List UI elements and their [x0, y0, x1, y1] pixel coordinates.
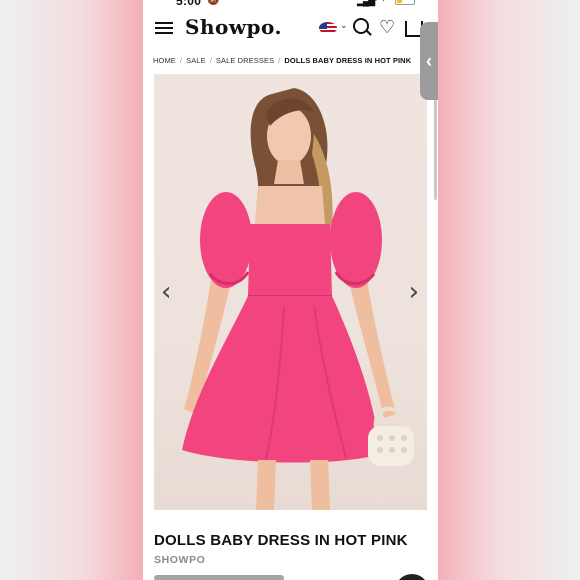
breadcrumb-separator: /: [209, 56, 212, 65]
product-title: DOLLS BABY DRESS IN HOT PINK: [154, 532, 408, 549]
floating-action-button[interactable]: [395, 574, 429, 580]
breadcrumb-sale-dresses[interactable]: SALE DRESSES: [216, 56, 274, 65]
breadcrumb-home[interactable]: HOME: [153, 56, 176, 65]
battery-low-icon: [395, 0, 415, 5]
model-photo: [182, 88, 414, 510]
chevron-left-icon: ‹: [426, 51, 432, 71]
site-header: Showpo. ⌄ ♡: [143, 12, 438, 40]
product-brand[interactable]: SHOWPO: [154, 554, 205, 566]
search-icon[interactable]: [353, 18, 369, 34]
site-logo[interactable]: Showpo.: [185, 15, 282, 39]
status-bar: 5:00 🔕 ▂▄▆ ◠: [143, 0, 438, 10]
background-blur-left: [0, 0, 150, 580]
phone-screen: 5:00 🔕 ▂▄▆ ◠ Showpo. ⌄ ♡ HOME / SALE / SALE …: [143, 0, 438, 580]
signal-icon: ▂▄▆: [357, 0, 375, 6]
wifi-icon: ◠: [375, 0, 385, 7]
us-flag-icon[interactable]: [319, 22, 337, 34]
chevron-down-icon[interactable]: ⌄: [340, 20, 348, 31]
breadcrumb-separator: /: [278, 56, 281, 65]
chevron-left-icon[interactable]: ‹: [161, 277, 171, 307]
product-image[interactable]: ‹ ›: [154, 74, 427, 510]
hamburger-menu-icon[interactable]: [155, 22, 173, 34]
breadcrumb-current: DOLLS BABY DRESS IN HOT PINK: [284, 56, 412, 65]
price-partially-visible: [154, 575, 284, 580]
breadcrumb: HOME / SALE / SALE DRESSES / DOLLS BABY DRESS …: [153, 56, 411, 65]
bell-slash-icon: 🔕: [207, 0, 220, 6]
background-blur-right: [430, 0, 580, 580]
heart-icon[interactable]: ♡: [379, 17, 395, 38]
breadcrumb-separator: /: [179, 56, 183, 65]
status-time: 5:00: [176, 0, 202, 8]
side-panel-tab[interactable]: ‹: [420, 22, 438, 100]
breadcrumb-sale[interactable]: SALE: [186, 56, 206, 65]
chevron-right-icon[interactable]: ›: [409, 277, 419, 307]
